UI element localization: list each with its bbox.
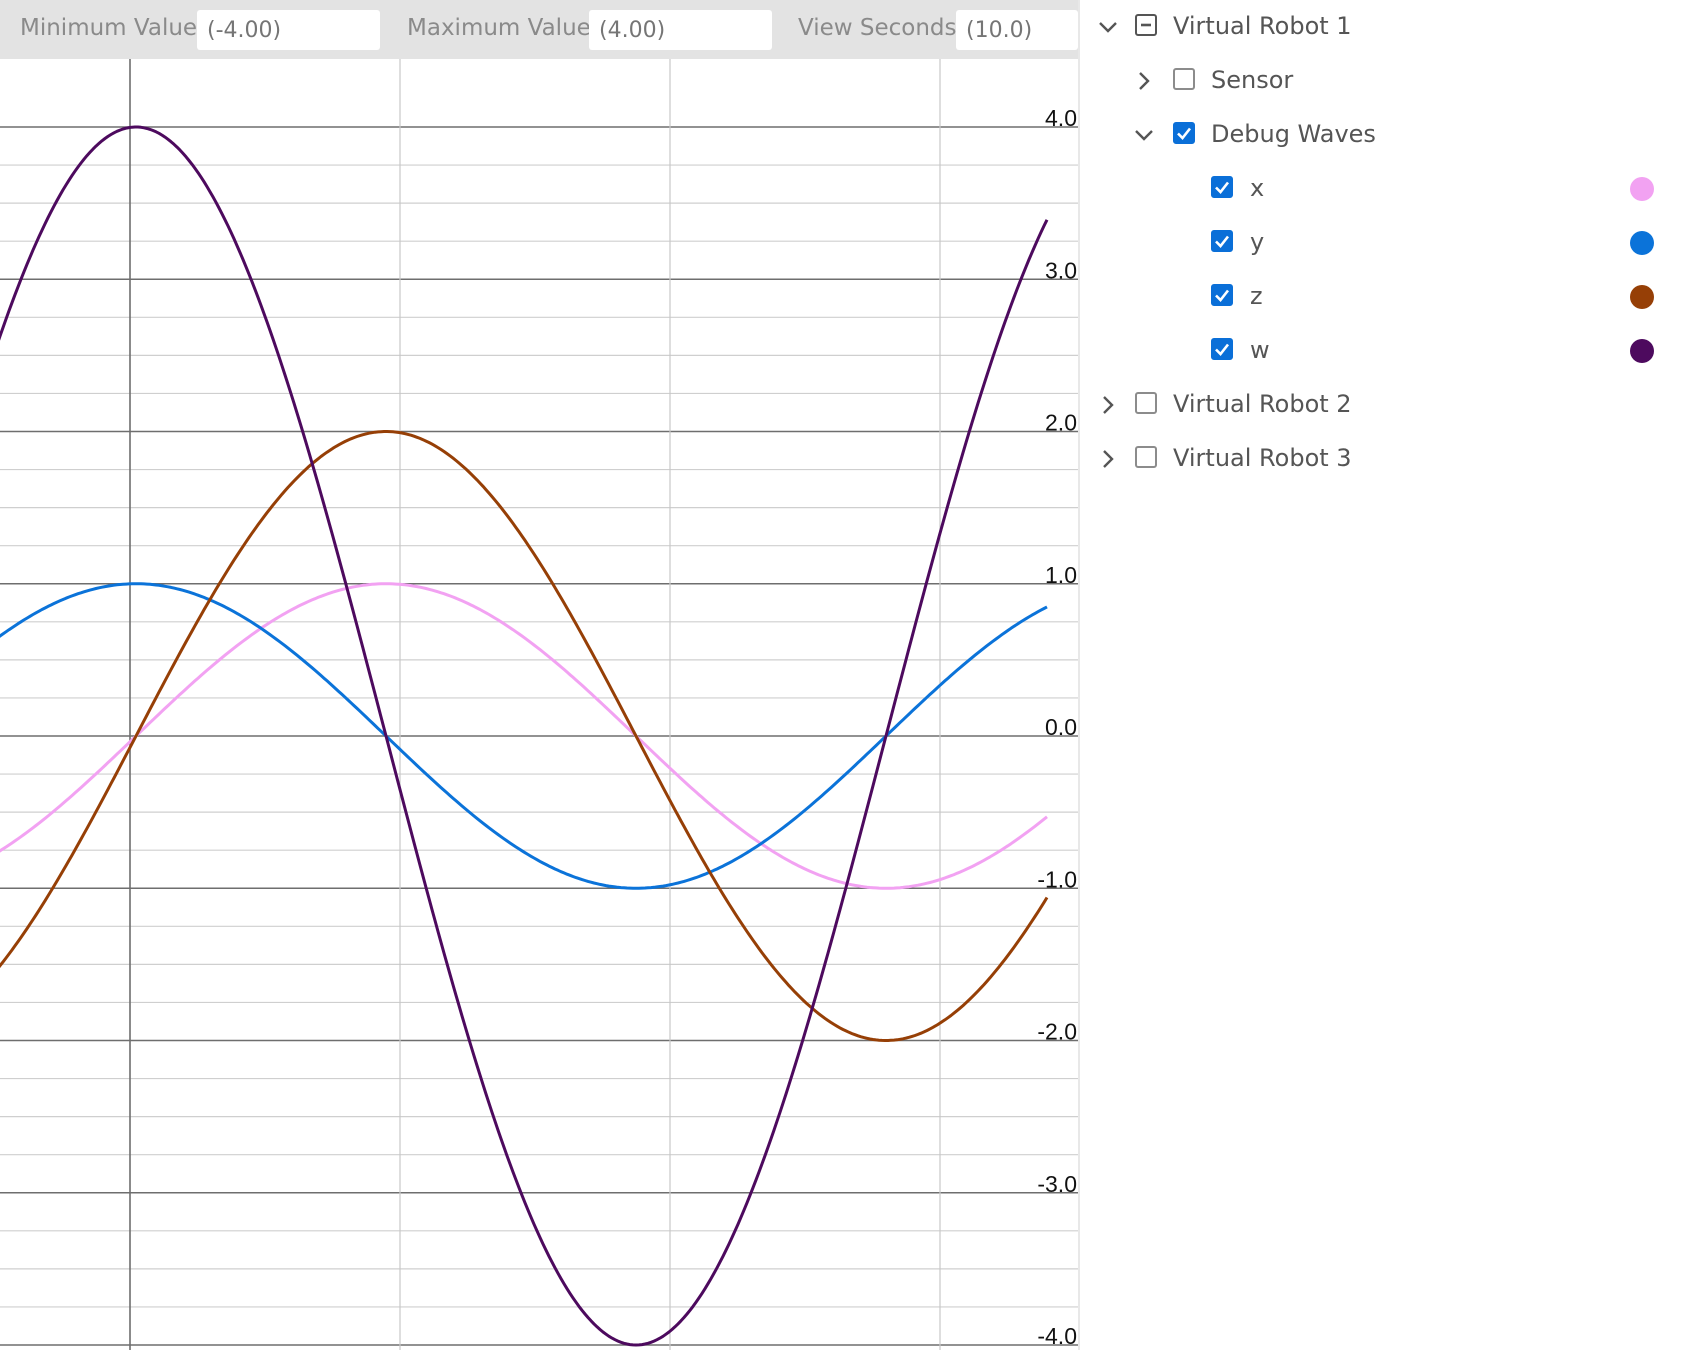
y-tick-label: -1.0 bbox=[1037, 866, 1077, 892]
tree-item-wave-y[interactable]: y bbox=[1080, 216, 1688, 270]
waveform-chart[interactable]: 4.0 3.0 2.0 1.0 0.0 -1.0 -2.0 -3.0 -4.0 bbox=[0, 59, 1078, 1350]
view-seconds-label: View Seconds bbox=[798, 15, 957, 41]
color-dot-icon[interactable] bbox=[1630, 339, 1654, 363]
chevron-right-icon[interactable] bbox=[1096, 447, 1120, 471]
wave-z-checkbox[interactable] bbox=[1211, 284, 1233, 306]
indeterminate-icon bbox=[1141, 23, 1151, 27]
chevron-down-icon[interactable] bbox=[1096, 15, 1120, 39]
range-toolbar: Minimum Value Maximum Value View Seconds bbox=[0, 0, 1078, 59]
tree-item-label: w bbox=[1250, 336, 1270, 364]
chevron-right-icon[interactable] bbox=[1132, 69, 1156, 93]
minimum-value-input[interactable] bbox=[197, 10, 380, 50]
tree-item-label: Virtual Robot 3 bbox=[1173, 444, 1352, 472]
tree-item-virtual-robot-2[interactable]: Virtual Robot 2 bbox=[1080, 378, 1688, 432]
tree-item-wave-z[interactable]: z bbox=[1080, 270, 1688, 324]
y-tick-label: 1.0 bbox=[1045, 562, 1077, 588]
plot-area[interactable]: 4.0 3.0 2.0 1.0 0.0 -1.0 -2.0 -3.0 -4.0 bbox=[0, 59, 1078, 1350]
chevron-right-icon[interactable] bbox=[1096, 393, 1120, 417]
tree-item-virtual-robot-3[interactable]: Virtual Robot 3 bbox=[1080, 432, 1688, 486]
wave-y-checkbox[interactable] bbox=[1211, 230, 1233, 252]
tree-item-sensor[interactable]: Sensor bbox=[1080, 54, 1688, 108]
y-tick-label: -3.0 bbox=[1037, 1171, 1077, 1197]
checkmark-icon bbox=[1215, 235, 1230, 248]
tree-item-wave-w[interactable]: w bbox=[1080, 324, 1688, 378]
tree-item-debug-waves[interactable]: Debug Waves bbox=[1080, 108, 1688, 162]
y-tick-label: -4.0 bbox=[1037, 1323, 1077, 1349]
tree-item-label: z bbox=[1250, 282, 1263, 310]
view-seconds-input[interactable] bbox=[956, 10, 1078, 50]
color-dot-icon[interactable] bbox=[1630, 285, 1654, 309]
color-dot-icon[interactable] bbox=[1630, 231, 1654, 255]
tree-item-label: x bbox=[1250, 174, 1265, 202]
tree-item-virtual-robot-1[interactable]: Virtual Robot 1 bbox=[1080, 0, 1688, 54]
y-tick-label: 3.0 bbox=[1045, 257, 1077, 283]
virtual-robot-3-checkbox[interactable] bbox=[1135, 446, 1157, 468]
tree-item-label: Virtual Robot 1 bbox=[1173, 12, 1352, 40]
checkmark-icon bbox=[1177, 127, 1192, 140]
virtual-robot-2-checkbox[interactable] bbox=[1135, 392, 1157, 414]
y-tick-label: 0.0 bbox=[1045, 714, 1077, 740]
sensor-checkbox[interactable] bbox=[1173, 68, 1195, 90]
minimum-value-label: Minimum Value bbox=[20, 15, 198, 41]
checkmark-icon bbox=[1215, 343, 1230, 356]
signal-tree: Virtual Robot 1 Sensor Debug Waves x y z… bbox=[1080, 0, 1688, 1350]
tree-item-label: Debug Waves bbox=[1211, 120, 1376, 148]
y-tick-label: 2.0 bbox=[1045, 410, 1077, 436]
tree-item-label: Virtual Robot 2 bbox=[1173, 390, 1352, 418]
maximum-value-label: Maximum Value bbox=[407, 15, 591, 41]
checkmark-icon bbox=[1215, 289, 1230, 302]
color-dot-icon[interactable] bbox=[1630, 177, 1654, 201]
tree-item-label: Sensor bbox=[1211, 66, 1294, 94]
debug-waves-checkbox[interactable] bbox=[1173, 122, 1195, 144]
y-tick-label: 4.0 bbox=[1045, 105, 1077, 131]
virtual-robot-1-checkbox[interactable] bbox=[1135, 14, 1157, 36]
wave-x-checkbox[interactable] bbox=[1211, 176, 1233, 198]
wave-w-checkbox[interactable] bbox=[1211, 338, 1233, 360]
tree-item-label: y bbox=[1250, 228, 1265, 256]
maximum-value-input[interactable] bbox=[589, 10, 772, 50]
y-tick-label: -2.0 bbox=[1037, 1019, 1077, 1045]
chevron-down-icon[interactable] bbox=[1132, 123, 1156, 147]
checkmark-icon bbox=[1215, 181, 1230, 194]
tree-item-wave-x[interactable]: x bbox=[1080, 162, 1688, 216]
